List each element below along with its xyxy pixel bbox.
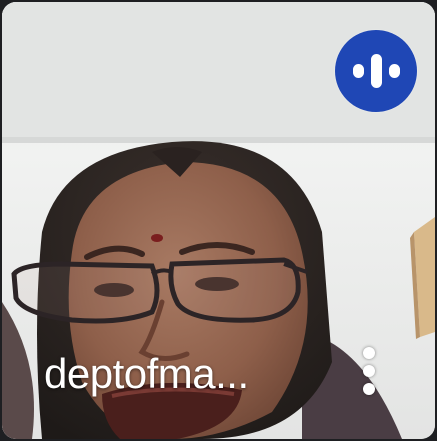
audio-wave-bar [388,64,400,78]
more-vert-icon [363,365,375,377]
more-options-button[interactable] [350,338,388,404]
audio-wave-icon[interactable] [335,30,417,112]
more-vert-icon [363,347,375,359]
participant-name: deptofma... [44,350,249,397]
audio-wave-bar [370,54,382,88]
audio-wave-bar [352,64,364,78]
more-vert-icon [363,383,375,395]
participant-video-tile[interactable]: deptofma... [2,2,435,439]
